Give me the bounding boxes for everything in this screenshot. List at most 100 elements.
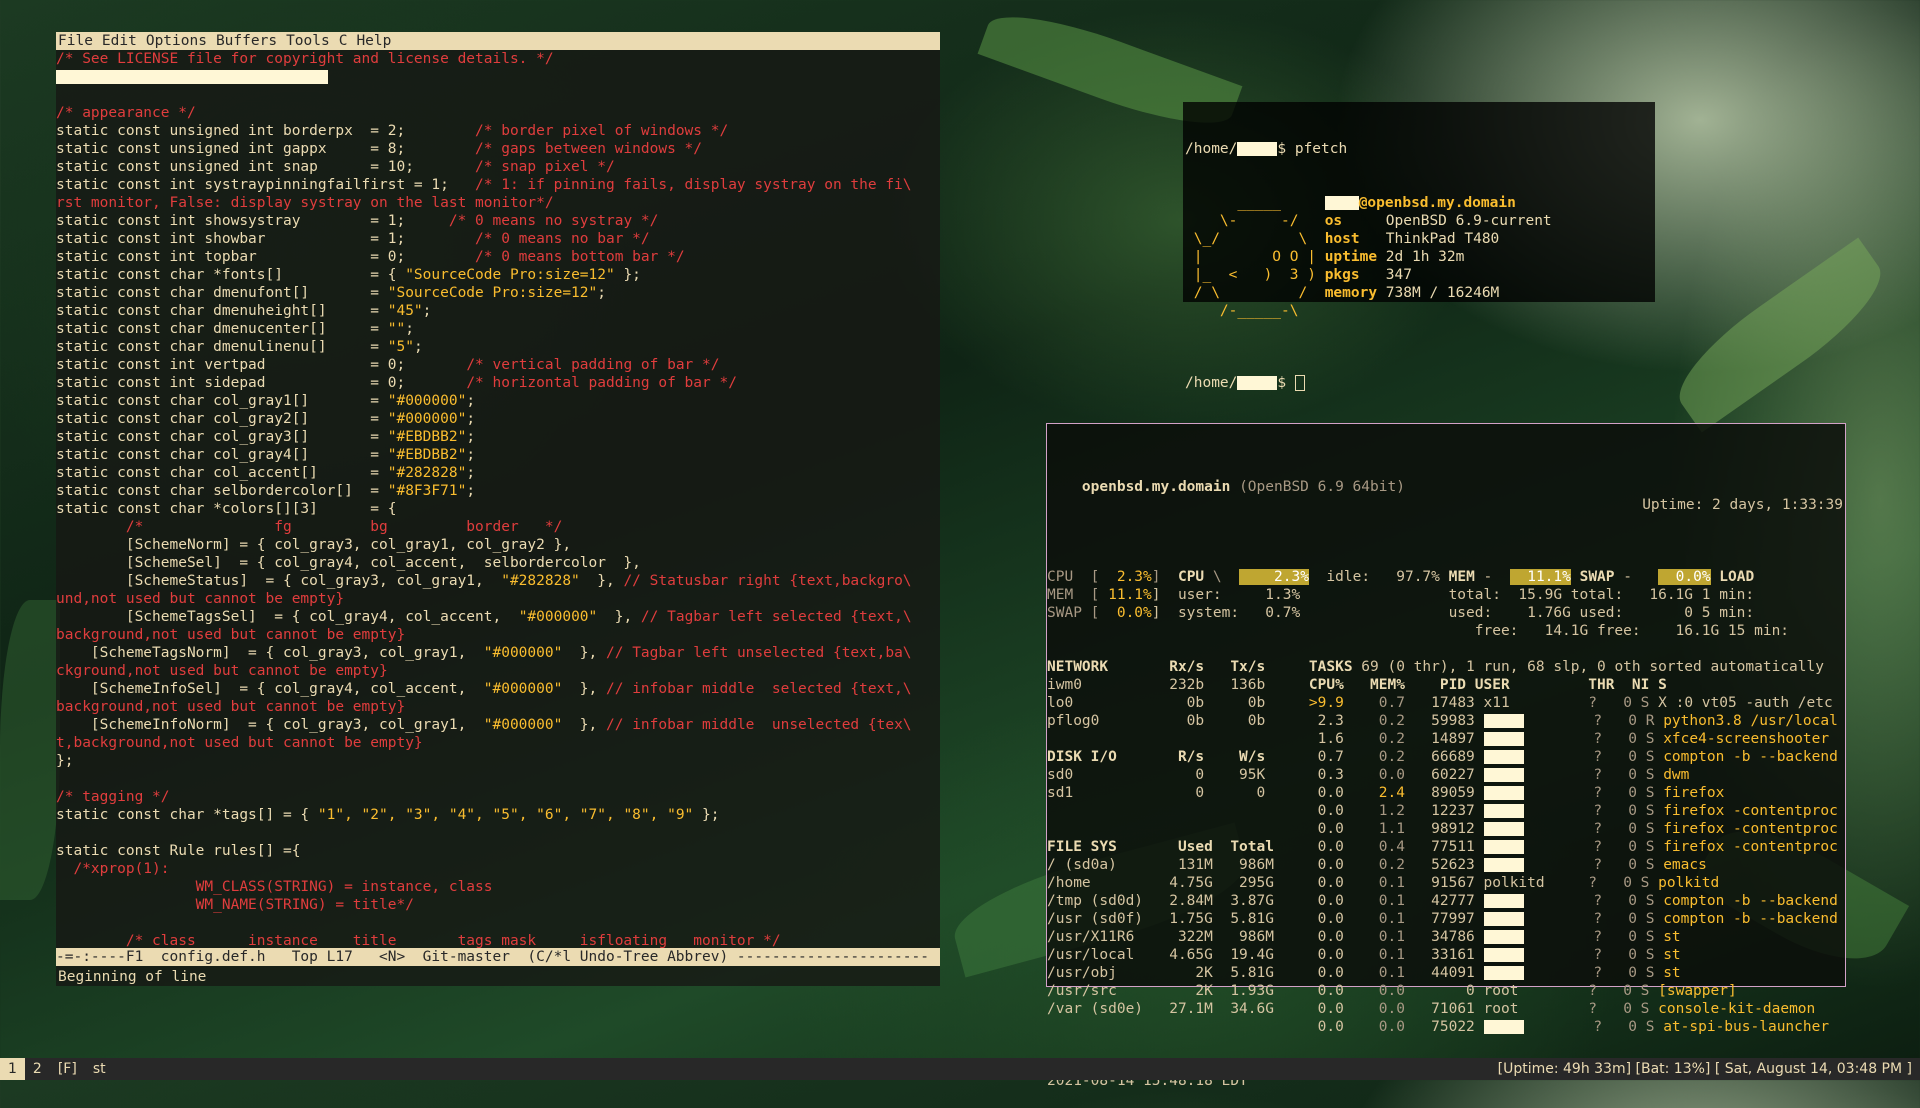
menu-item[interactable]: Buffers [216,33,277,49]
menu-item[interactable]: Tools [286,33,330,49]
prompt-line[interactable]: /home/$ [1185,374,1655,392]
proc-mem: 0.0 [1343,1001,1405,1017]
proc-pid: 44091 [1404,965,1484,981]
menu-item[interactable]: Edit [102,33,137,49]
proc-state: ? 0 S [1567,785,1664,801]
text [1291,857,1308,873]
code-line: /*xprop(1): [56,860,940,878]
menu-item[interactable]: Help [356,33,391,49]
menu-item[interactable]: File [58,33,93,49]
monitor-header: openbsd.my.domain (OpenBSD 6.9 64bit) Up… [1081,479,1843,513]
code-text: static const int showsystray = 1; [56,213,449,229]
code-line: static const char col_gray4[] = "#EBDBB2… [56,446,940,464]
text: SWAP [ [1047,605,1117,621]
code-text: static const char col_gray2[] = [56,411,388,427]
code-text: [SchemeSel] = { col_gray4, col_accent, s… [56,555,641,571]
proc-pid: 14897 [1404,731,1484,747]
puffy-ascii-art: / \ / [1185,285,1325,301]
text [1524,965,1568,981]
code-text: ; [413,339,423,355]
code-text: static const char dmenulinenu[] = [56,339,388,355]
system-monitor[interactable]: openbsd.my.domain (OpenBSD 6.9 64bit) Up… [1046,423,1846,1089]
proc-command: compton -b --backend [1663,893,1838,909]
proc-mem: 0.1 [1343,893,1405,909]
code-text: /* fg bg border */ [56,519,563,535]
proc-command: st [1663,947,1681,963]
code-text: static const unsigned int borderpx = 2; [56,123,476,139]
text [1524,911,1568,927]
text [1524,713,1568,729]
code-text: static const int systraypinningfailfirst… [56,177,476,193]
code-text: /* See LICENSE file for copyright and li… [56,51,554,67]
layout-indicator[interactable]: [F] [50,1058,85,1080]
cpu-percent: 2.3% [1116,569,1152,585]
left-panel-text: sd0 0 95K [1047,767,1292,783]
proc-cpu: 0.0 [1308,785,1344,801]
code-text: ; [466,393,476,409]
menu-item[interactable]: Options [146,33,207,49]
pfetch-row: \_/ \ host ThinkPad T480 [1185,230,1655,248]
text: ] system: 0.7% used: 1.76G used: 0 5 min… [1151,605,1755,621]
proc-command: compton -b --backend [1663,749,1838,765]
redacted-user [1483,930,1524,944]
string-literal: "5" [387,339,414,355]
code-text: ; [466,465,476,481]
left-panel-text: /usr/obj 2K 5.81G [1047,965,1292,981]
monitor-row: lo0 0b 0b >9.9 0.7 17483 x11 ? 0 S X :0 … [1047,694,1845,712]
pfetch-host: @openbsd.my.domain [1358,195,1516,211]
text: free: 14.1G free: 16.1G 15 min: [1047,623,1790,639]
pfetch-row: _____ @openbsd.my.domain [1185,194,1655,212]
proc-pid: 33161 [1404,947,1484,963]
pfetch-label: memory [1324,285,1386,301]
text [1291,659,1308,675]
proc-cpu: 0.0 [1308,1019,1344,1035]
monitor-row: /usr/local 4.65G 19.4G 0.0 0.1 33161 ? 0… [1047,946,1845,964]
text [1291,731,1308,747]
menu-item[interactable]: C [339,33,348,49]
proc-pid: 17483 [1404,695,1484,711]
proc-cpu: 0.0 [1308,857,1344,873]
monitor-row: iwm0 232b 136b CPU% MEM% PID USER THR NI… [1047,676,1845,694]
pfetch-terminal[interactable]: /home/$ pfetch _____ @openbsd.my.domain … [1183,102,1655,391]
puffy-ascii-art: | O O | [1185,249,1325,265]
code-text: }, [562,681,606,697]
code-line: WM_NAME(STRING) = title*/ [56,896,940,914]
proc-cpu: >9.9 [1308,695,1344,711]
code-line: static const char dmenulinenu[] = "5"; [56,338,940,356]
string-literal: "SourceCode Pro:size=12" [387,285,598,301]
code-text: static const char dmenucenter[] = [56,321,388,337]
text [1291,821,1308,837]
code-text: ; [466,447,476,463]
left-panel-text: DISK I/O R/s W/s [1047,749,1292,765]
code-text: static const int showbar = 1; [56,231,476,247]
proc-mem: 0.1 [1343,911,1405,927]
code-line: WM_CLASS(STRING) = instance, class [56,878,940,896]
text [1524,839,1568,855]
tag-1[interactable]: 1 [0,1058,25,1080]
proc-command: emacs [1663,857,1707,873]
proc-pid: 42777 [1404,893,1484,909]
mem-free: free: 14.1G free: 16.1G 15 min: [1047,622,1845,640]
code-text: static const char *colors[][3] = { [56,501,397,517]
text [1524,857,1568,873]
proc-command: compton -b --backend [1663,911,1838,927]
pfetch-output: _____ @openbsd.my.domain \- -/ os OpenBS… [1185,194,1655,320]
code-buffer[interactable]: /* See LICENSE file for copyright and li… [56,50,940,950]
puffy-ascii-art: _____ [1185,195,1325,211]
monitor-row: /usr/src 2K 1.93G 0.0 0.0 0 root ? 0 S [… [1047,982,1845,1000]
pfetch-value: 347 [1385,267,1412,283]
proc-command: at-spi-bus-launcher [1663,1019,1830,1035]
redacted-user [1483,714,1524,728]
proc-pid: 59983 [1404,713,1484,729]
proc-mem: 0.0 [1343,767,1405,783]
string-literal: "#000000" [387,393,467,409]
redacted-user [1483,912,1524,926]
code-line: static const int vertpad = 0; /* vertica… [56,356,940,374]
proc-command: dwm [1663,767,1690,783]
tag-2[interactable]: 2 [25,1058,50,1080]
emacs-window[interactable]: File Edit Options Buffers Tools C Help /* See … [56,32,940,986]
text [1291,803,1308,819]
